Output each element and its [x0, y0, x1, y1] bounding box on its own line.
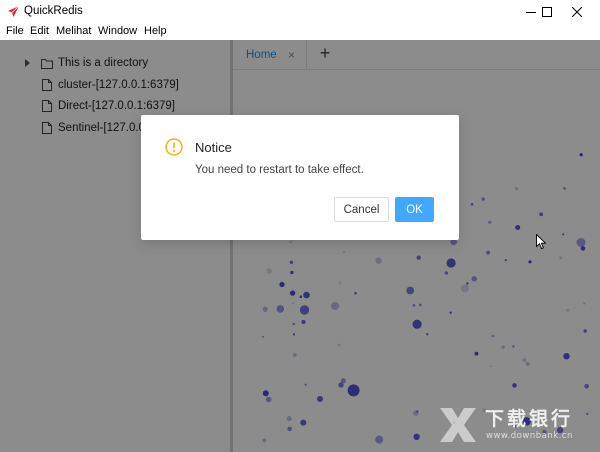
watermark-logo-icon — [440, 408, 476, 442]
maximize-icon — [542, 7, 552, 17]
menu-file[interactable]: File — [6, 25, 24, 37]
menu-edit[interactable]: Edit — [30, 25, 49, 37]
menu-window[interactable]: Window — [98, 25, 137, 37]
watermark-url: www.downbank.cn — [486, 431, 573, 441]
menu-bar: File Edit Melihat Window Help — [0, 24, 600, 40]
close-window-button[interactable] — [554, 0, 600, 24]
close-icon — [572, 7, 582, 17]
menu-view[interactable]: Melihat — [56, 25, 91, 37]
modal-overlay[interactable] — [0, 40, 600, 452]
watermark-text: 下载银行 — [485, 408, 574, 430]
dialog-message: You need to restart to take effect. — [195, 164, 364, 176]
warning-icon — [165, 138, 183, 156]
dialog-title: Notice — [195, 140, 232, 155]
ok-button[interactable]: OK — [395, 197, 434, 222]
cancel-button[interactable]: Cancel — [334, 197, 389, 222]
window-title: QuickRedis — [24, 5, 83, 17]
menu-help[interactable]: Help — [144, 25, 167, 37]
app-logo-icon — [8, 5, 20, 17]
watermark: 下载银行 www.downbank.cn — [430, 404, 600, 446]
title-bar[interactable]: QuickRedis — [0, 0, 600, 24]
mouse-cursor-icon — [536, 234, 547, 250]
notice-dialog: Notice You need to restart to take effec… — [141, 115, 459, 240]
